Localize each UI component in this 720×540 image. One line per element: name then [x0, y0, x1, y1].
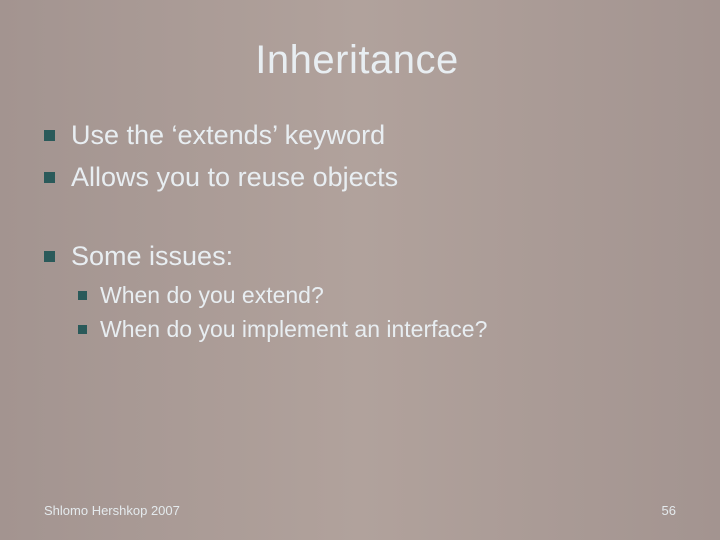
list-item: Allows you to reuse objects — [44, 159, 670, 195]
bullet-text: When do you implement an interface? — [100, 314, 487, 345]
slide: Inheritance Use the ‘extends’ keyword Al… — [0, 0, 720, 540]
footer-author: Shlomo Hershkop 2007 — [44, 503, 180, 518]
square-bullet-icon — [44, 172, 55, 183]
bullet-text: Some issues: — [71, 238, 233, 274]
bullet-text: Allows you to reuse objects — [71, 159, 398, 195]
list-item: Use the ‘extends’ keyword — [44, 117, 670, 153]
square-bullet-icon — [78, 325, 87, 334]
spacer — [44, 202, 670, 232]
slide-number: 56 — [662, 503, 676, 518]
square-bullet-icon — [44, 130, 55, 141]
bullet-text: Use the ‘extends’ keyword — [71, 117, 385, 153]
title-wrap: Inheritance — [44, 38, 670, 83]
bullet-text: When do you extend? — [100, 280, 324, 311]
square-bullet-icon — [44, 251, 55, 262]
list-item: When do you implement an interface? — [78, 314, 670, 345]
sub-bullet-list: When do you extend? When do you implemen… — [44, 280, 670, 345]
square-bullet-icon — [78, 291, 87, 300]
slide-title: Inheritance — [44, 38, 670, 83]
bullet-list: Use the ‘extends’ keyword Allows you to … — [44, 117, 670, 274]
list-item: When do you extend? — [78, 280, 670, 311]
list-item: Some issues: — [44, 238, 670, 274]
